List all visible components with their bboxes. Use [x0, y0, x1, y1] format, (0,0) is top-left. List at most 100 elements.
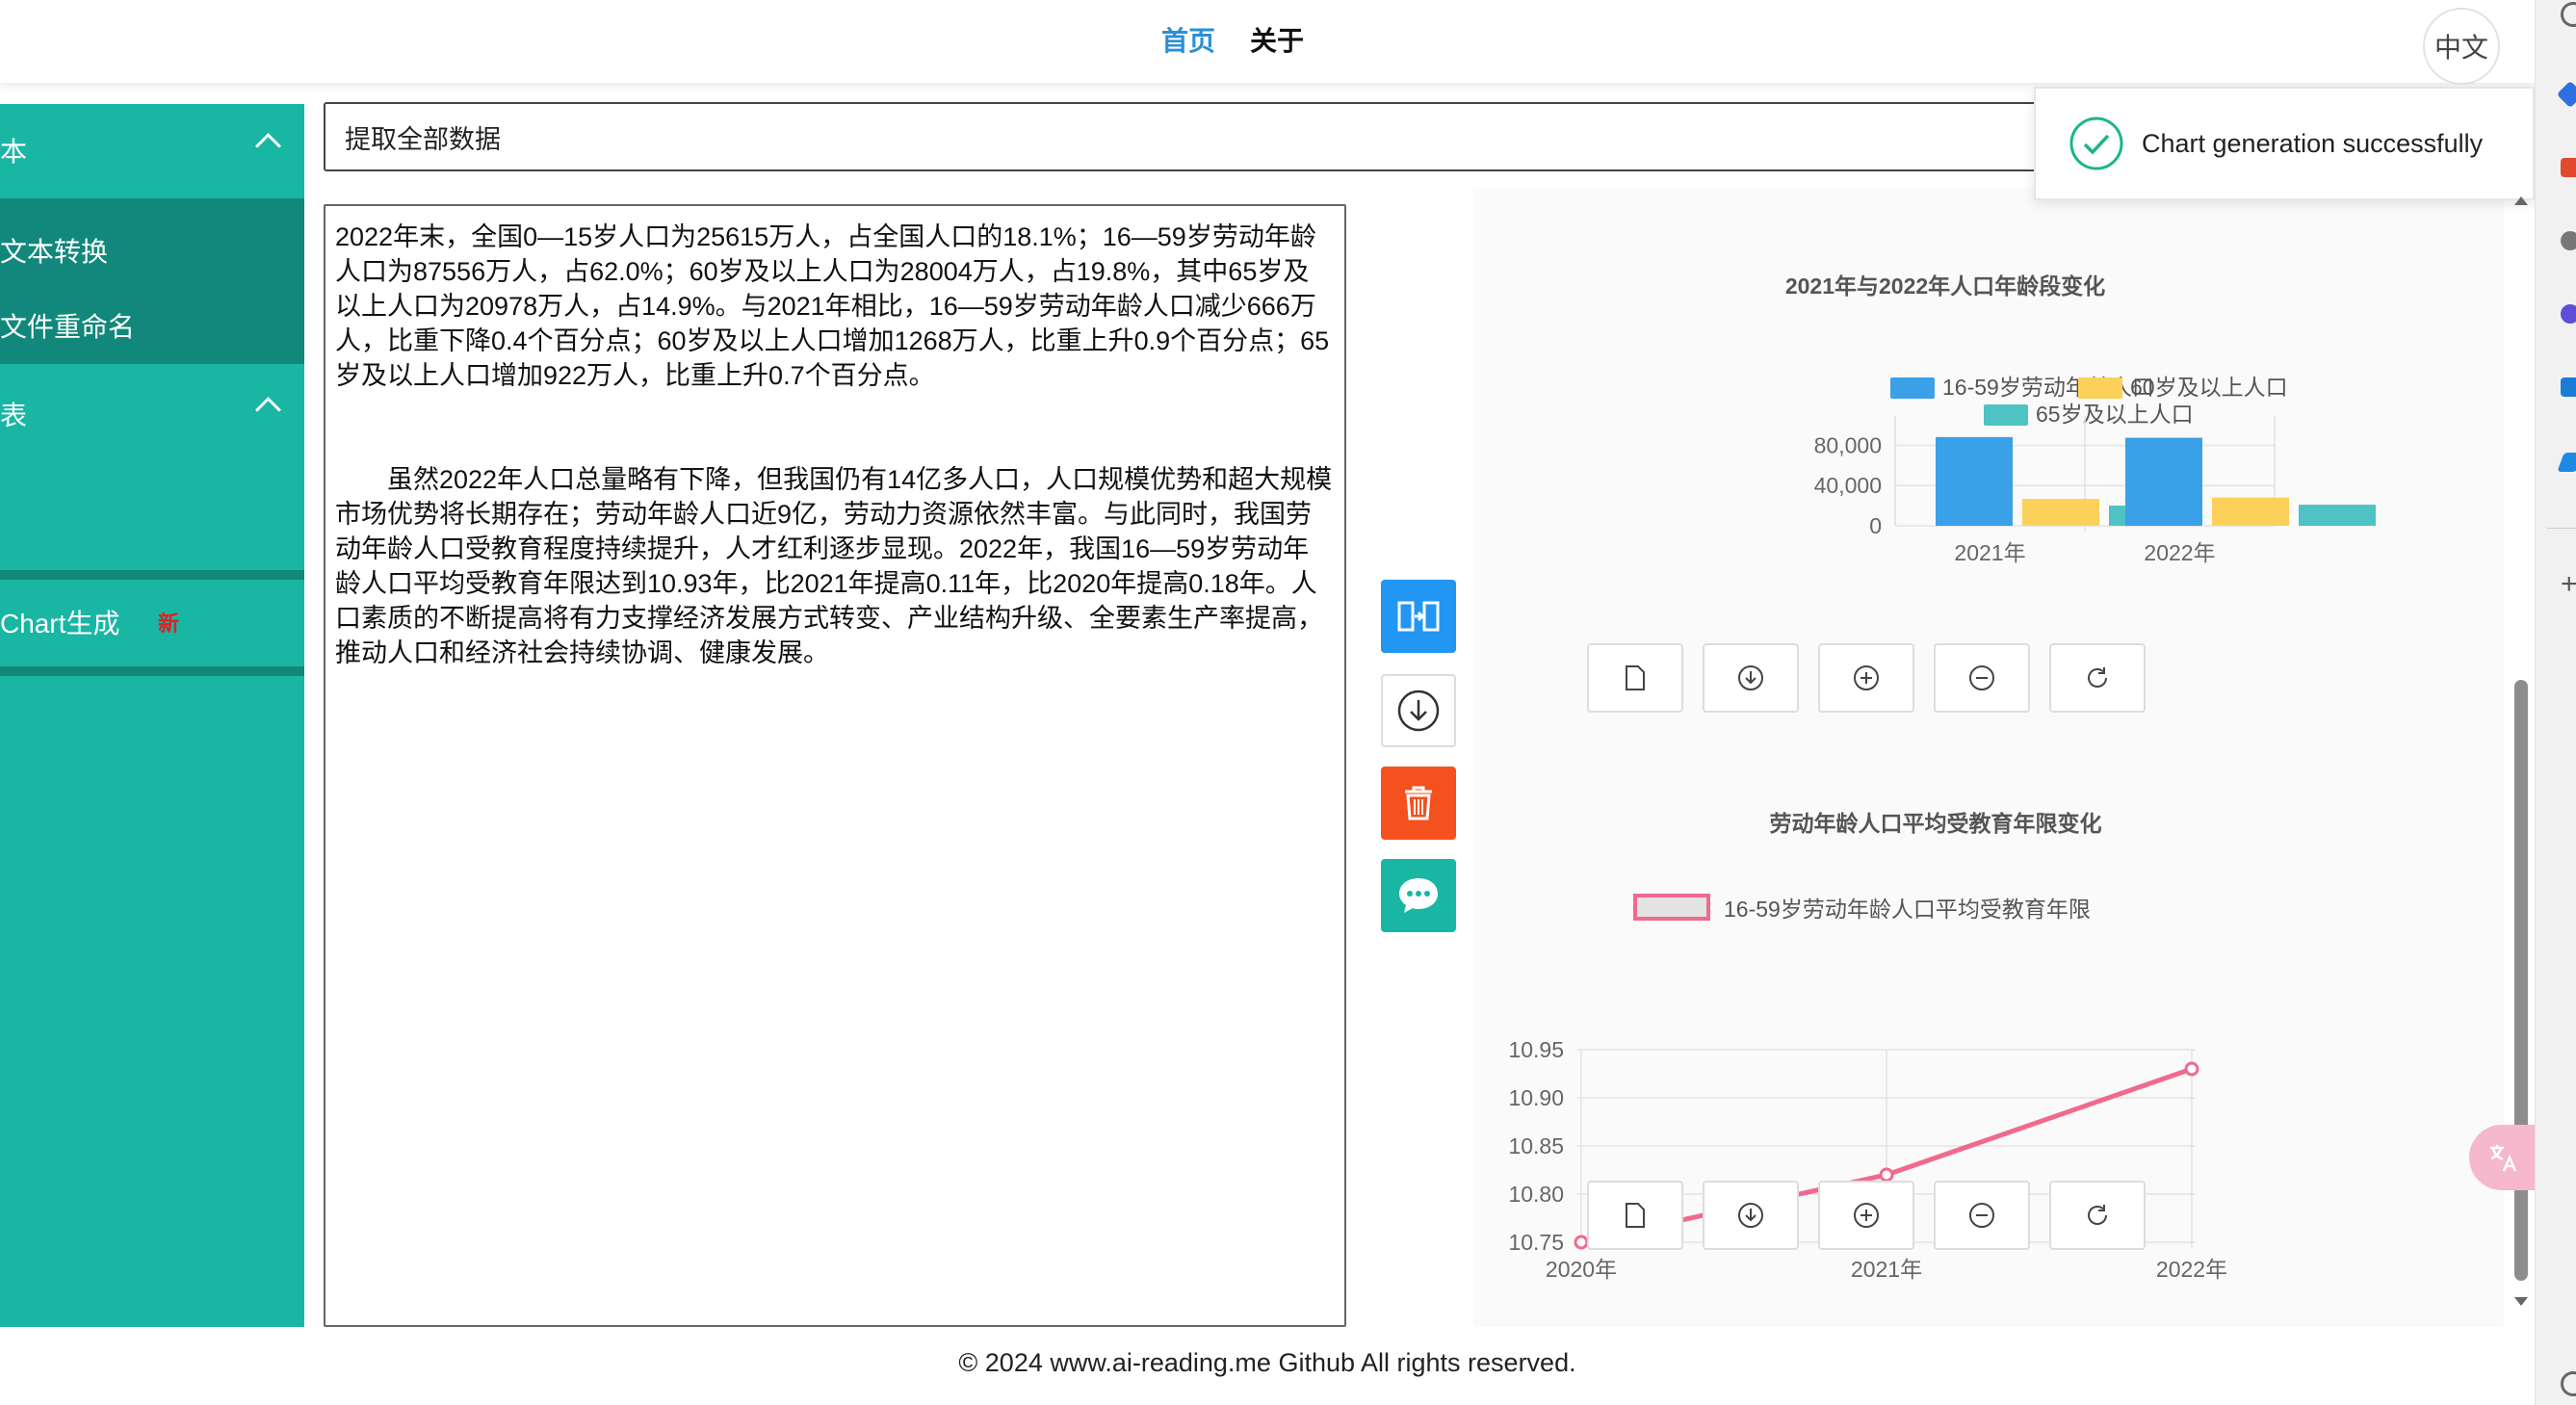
sidebar-group-chart[interactable]: 表: [0, 368, 304, 460]
outlook-icon[interactable]: [2561, 377, 2576, 397]
view-data-button[interactable]: [1587, 643, 1683, 713]
browser-side-panel: +: [2535, 0, 2576, 1405]
save-image-button[interactable]: [1703, 643, 1799, 713]
send-icon[interactable]: [2557, 453, 2576, 472]
source-text-area[interactable]: 2022年末，全国0—15岁人口为25615万人，占全国人口的18.1%；16—…: [324, 204, 1346, 1327]
data-point: [1574, 1235, 1589, 1250]
sidebar-group-label: 本: [0, 137, 28, 167]
chart-title: 劳动年龄人口平均受教育年限变化: [1769, 811, 2102, 836]
sidebar-item-label: Chart生成: [0, 609, 120, 638]
refresh-button[interactable]: [2049, 1181, 2146, 1250]
footer: © 2024 www.ai-reading.me Github All righ…: [958, 1348, 1576, 1377]
refresh-button[interactable]: [2049, 643, 2146, 713]
y-tick-label: 0: [1869, 513, 1882, 538]
document-icon: [1626, 665, 1645, 690]
y-tick-label: 10.75: [1508, 1230, 1564, 1255]
bar: [1936, 436, 2013, 526]
sidebar-group-label: 表: [0, 401, 28, 430]
zoom-out-icon: [1969, 1203, 1994, 1228]
translate-glyph-icon: [2490, 1145, 2517, 1172]
scrollbar-thumb[interactable]: [2514, 680, 2528, 1281]
person-icon[interactable]: [2561, 231, 2576, 250]
chart-bars: [1936, 436, 2376, 526]
bar: [2212, 497, 2289, 526]
chart-legend: 16-59岁劳动年龄人口平均受教育年限: [1633, 894, 2091, 922]
x-tick-label: 2021年: [1851, 1257, 1922, 1282]
legend-label: 60岁及以上人口: [2130, 375, 2288, 400]
sidebar: 本 文本转换 文件重命名 表 Chart生成 新: [0, 104, 304, 1327]
text-paragraph: 虽然2022年人口总量略有下降，但我国仍有14亿多人口，人口规模优势和超大规模市…: [335, 465, 1333, 667]
x-tick-label: 2022年: [2156, 1257, 2227, 1282]
y-tick-label: 10.90: [1508, 1085, 1564, 1110]
x-tick-label: 2022年: [2144, 540, 2215, 565]
convert-button[interactable]: [1381, 580, 1456, 653]
add-icon[interactable]: +: [2561, 568, 2576, 601]
download-button[interactable]: [1381, 674, 1456, 747]
chart-axes: 80,000 40,000 0 2021年 2022年: [1814, 416, 2276, 565]
data-point: [1879, 1167, 1894, 1183]
query-input[interactable]: [324, 102, 2038, 171]
save-image-button[interactable]: [1703, 1181, 1799, 1250]
bar: [2125, 437, 2202, 526]
legend-swatch: [2078, 377, 2122, 399]
legend-swatch: [1890, 377, 1935, 399]
text-paragraph: 2022年末，全国0—15岁人口为25615万人，占全国人口的18.1%；16—…: [335, 222, 1330, 390]
games-icon[interactable]: [2561, 304, 2576, 324]
success-toast: Chart generation successfully: [2034, 87, 2535, 200]
language-button[interactable]: 中文: [2423, 8, 2500, 85]
shopping-icon[interactable]: [2561, 158, 2576, 177]
refresh-icon: [2088, 1205, 2107, 1225]
download-icon: [1397, 689, 1440, 732]
download-icon: [1738, 1203, 1763, 1228]
y-tick-label: 80,000: [1814, 432, 1882, 457]
delete-button[interactable]: [1381, 767, 1456, 840]
zoom-out-button[interactable]: [1934, 1181, 2030, 1250]
settings-gear-icon[interactable]: [2561, 1371, 2576, 1396]
new-badge: 新: [158, 611, 180, 636]
sidebar-group-text[interactable]: 本: [0, 104, 304, 196]
chart-legend: 16-59岁劳动年龄人口60岁及以上人口65岁及以上人口: [1890, 375, 2288, 427]
scroll-down-icon[interactable]: [2513, 1296, 2529, 1308]
chart-title: 2021年与2022年人口年龄段变化: [1784, 273, 2106, 299]
trash-icon: [1405, 786, 1432, 820]
sidebar-item-text-convert[interactable]: 文本转换: [0, 231, 108, 270]
scroll-up-icon[interactable]: [2513, 195, 2529, 206]
y-tick-label: 40,000: [1814, 473, 1882, 498]
x-tick-label: 2021年: [1954, 540, 2025, 565]
line-chart: 16-59岁劳动年龄人口平均受教育年限 10.95 10.90 10.85 10.80…: [1508, 894, 2227, 1282]
translate-icon[interactable]: [2469, 1125, 2535, 1190]
nav-home-link[interactable]: 首页: [1161, 25, 1215, 58]
toast-message: Chart generation successfully: [2142, 128, 2484, 158]
chat-button[interactable]: [1381, 859, 1456, 932]
chart-panel: 2021年与2022年人口年龄段变化 16-59岁劳动年龄人口 60岁及以上人口 6…: [1473, 189, 2504, 1327]
sidebar-item-file-rename[interactable]: 文件重命名: [0, 306, 135, 345]
copilot-icon[interactable]: [2556, 80, 2576, 109]
y-tick-label: 10.80: [1508, 1182, 1564, 1207]
convert-icon: [1397, 601, 1440, 632]
search-icon[interactable]: [2561, 2, 2576, 27]
legend-swatch: [1984, 404, 2028, 426]
zoom-in-icon: [1854, 1203, 1879, 1228]
divider: [2547, 528, 2576, 529]
chat-bubble-icon: [1399, 878, 1438, 913]
chart-toolbar: [1587, 1181, 2146, 1250]
legend-label: 16-59岁劳动年龄人口平均受教育年限: [1724, 897, 2091, 922]
x-tick-label: 2020年: [1546, 1257, 1617, 1282]
document-icon: [1626, 1203, 1645, 1228]
y-tick-label: 10.95: [1508, 1037, 1564, 1062]
zoom-in-button[interactable]: [1818, 643, 1914, 713]
zoom-out-button[interactable]: [1934, 643, 2030, 713]
y-tick-label: 10.85: [1508, 1133, 1564, 1158]
view-data-button[interactable]: [1587, 1181, 1683, 1250]
chevron-up-icon: [255, 397, 281, 423]
check-circle-icon: [2069, 117, 2123, 170]
sidebar-item-chart-gen[interactable]: Chart生成 新: [0, 570, 304, 676]
refresh-icon: [2088, 667, 2107, 688]
paragraph-spacer: [335, 393, 1335, 462]
data-point: [2184, 1061, 2199, 1077]
zoom-in-button[interactable]: [1818, 1181, 1914, 1250]
bar: [2022, 499, 2099, 526]
sidebar-submenu: 文本转换 文件重命名: [0, 198, 304, 364]
chart-toolbar: [1587, 643, 2146, 713]
nav-about-link[interactable]: 关于: [1250, 25, 1304, 58]
